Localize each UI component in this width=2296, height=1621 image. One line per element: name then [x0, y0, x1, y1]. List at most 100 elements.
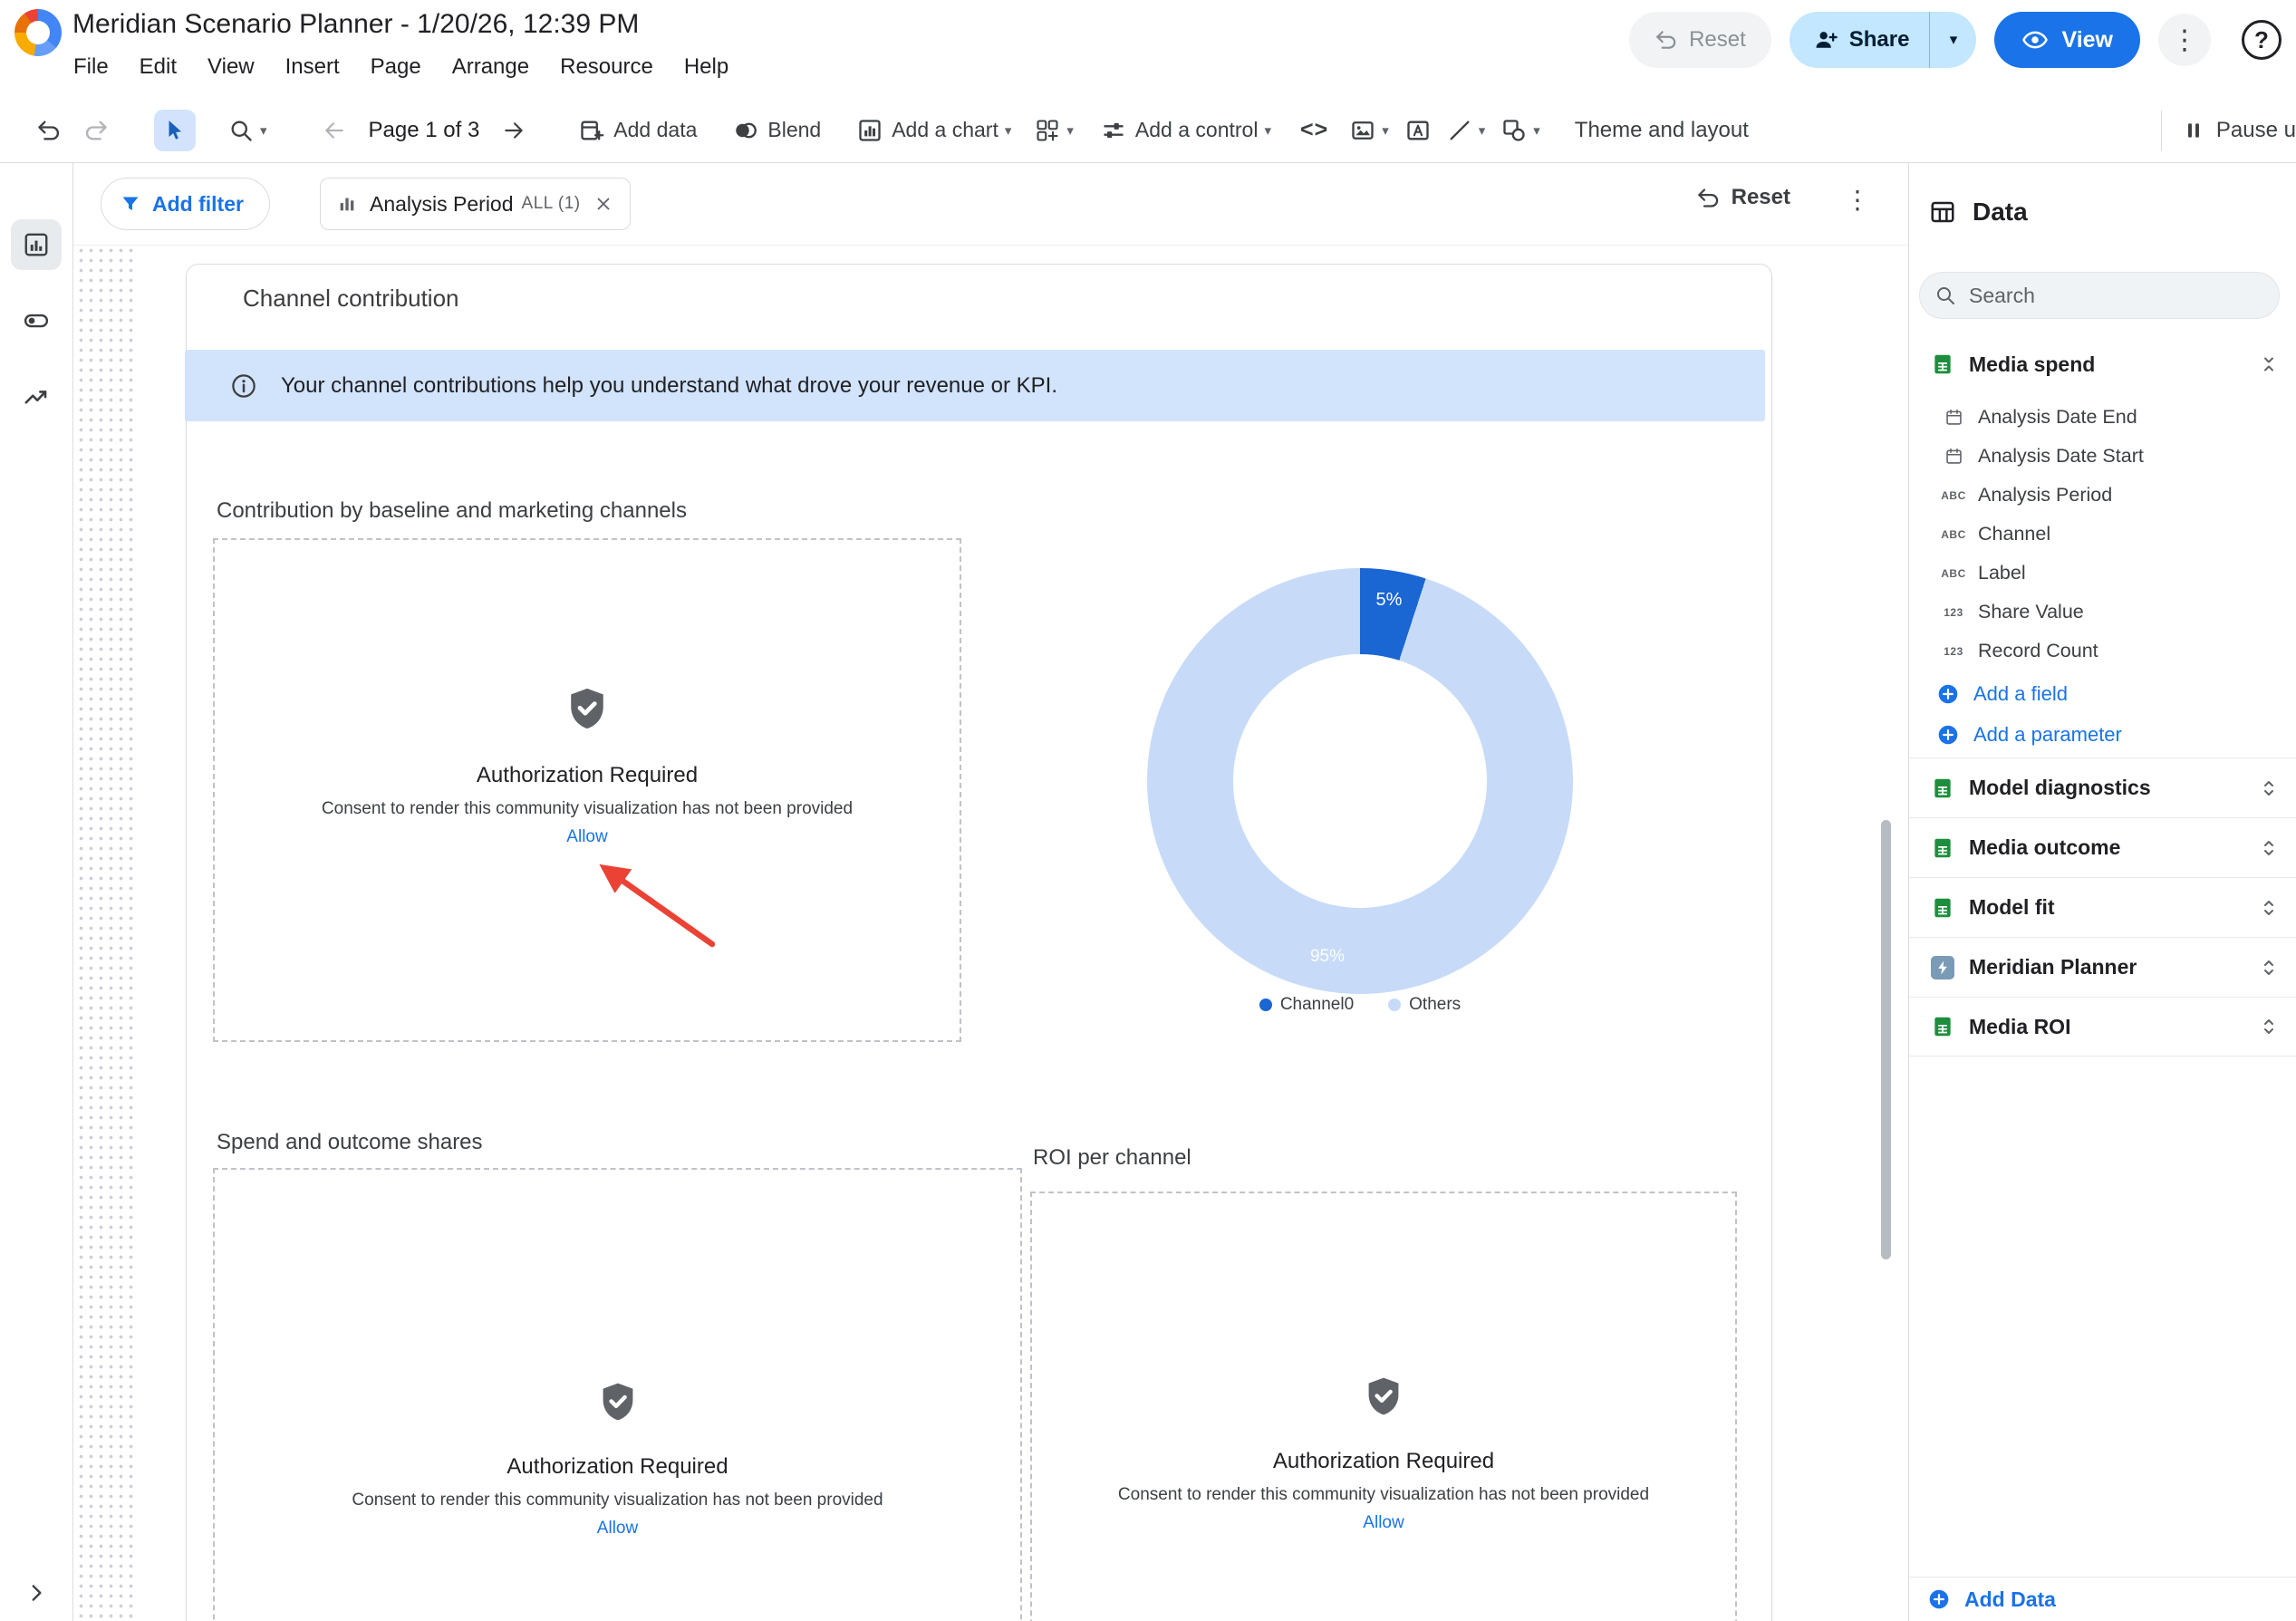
collapse-source-button[interactable]: [2258, 353, 2280, 375]
data-source-model-diagnostics[interactable]: Model diagnostics: [1909, 757, 2296, 817]
rail-report-pages-button[interactable]: [11, 219, 62, 270]
insert-text-button[interactable]: [1405, 118, 1431, 143]
page-indicator[interactable]: Page 1 of 3: [369, 118, 480, 143]
select-tool-button[interactable]: [154, 110, 196, 151]
menu-item-view[interactable]: View: [192, 51, 270, 83]
expand-source-button[interactable]: [2258, 957, 2280, 979]
menu-item-help[interactable]: Help: [669, 51, 744, 83]
unfold-more-icon: [2258, 837, 2280, 859]
field-channel[interactable]: ABC Channel: [1909, 515, 2296, 554]
zoom-tool-button[interactable]: ▾: [228, 118, 267, 143]
search-input[interactable]: [1967, 283, 2239, 309]
analysis-period-filter-chip[interactable]: Analysis Period ALL (1): [320, 178, 631, 230]
add-control-button[interactable]: Add a control ▾: [1101, 118, 1271, 143]
field-record-count[interactable]: 123 Record Count: [1909, 632, 2296, 671]
allow-link[interactable]: Allow: [597, 1519, 638, 1539]
add-data-button[interactable]: Add data: [579, 118, 697, 143]
pause-updates-button[interactable]: Pause u: [2182, 118, 2296, 143]
filter-bar-more-button[interactable]: ⋮: [1845, 185, 1870, 215]
menu-item-page[interactable]: Page: [355, 51, 437, 83]
theme-and-layout-button[interactable]: Theme and layout: [1575, 118, 1749, 143]
previous-page-button[interactable]: [314, 111, 354, 150]
mini-chart-icon: [337, 194, 357, 214]
legend-item-channel0[interactable]: Channel0: [1259, 995, 1354, 1015]
menu-item-arrange[interactable]: Arrange: [437, 51, 545, 83]
add-filter-button[interactable]: Add filter: [101, 178, 270, 230]
add-a-field-button[interactable]: Add a field: [1909, 673, 2296, 714]
auth-required-title: Authorization Required: [477, 763, 698, 788]
data-source-media-spend[interactable]: Media spend: [1909, 341, 2296, 388]
insert-shape-button[interactable]: ▾: [1501, 118, 1540, 143]
unfold-more-icon: [2258, 777, 2280, 799]
view-button[interactable]: View: [1994, 12, 2140, 68]
reset-button[interactable]: Reset: [1629, 12, 1771, 68]
data-source-media-roi[interactable]: Media ROI: [1909, 997, 2296, 1057]
data-source-list: Model diagnostics Media outcome Model fi…: [1909, 757, 2296, 1057]
document-title[interactable]: Meridian Scenario Planner - 1/20/26, 12:…: [72, 9, 639, 40]
community-viz-placeholder-roi[interactable]: Authorization Required Consent to render…: [1030, 1192, 1737, 1621]
header-actions: Reset Share ▾ View ⋮ ?: [1629, 11, 2282, 69]
filter-reset-button[interactable]: Reset: [1696, 185, 1790, 210]
vertical-scrollbar[interactable]: [1881, 820, 1891, 1259]
legend-item-others[interactable]: Others: [1388, 995, 1461, 1015]
auth-required-title: Authorization Required: [506, 1454, 728, 1480]
data-source-media-outcome[interactable]: Media outcome: [1909, 817, 2296, 877]
chevron-down-icon: ▾: [1066, 122, 1074, 139]
embed-url-button[interactable]: <>: [1300, 117, 1328, 143]
rail-controls-button[interactable]: [11, 295, 62, 346]
insert-image-button[interactable]: ▾: [1350, 118, 1389, 143]
menu-item-insert[interactable]: Insert: [270, 51, 355, 83]
info-banner[interactable]: Your channel contributions help you unde…: [185, 350, 1765, 421]
remove-filter-button[interactable]: [593, 194, 613, 214]
shield-check-icon: [596, 1380, 640, 1423]
reset-label: Reset: [1689, 27, 1746, 53]
looker-studio-logo-icon[interactable]: [14, 9, 62, 56]
share-button[interactable]: Share: [1790, 12, 1930, 68]
field-analysis-date-start[interactable]: Analysis Date Start: [1909, 437, 2296, 476]
undo-button[interactable]: [29, 111, 69, 150]
menu-item-resource[interactable]: Resource: [545, 51, 669, 83]
menu-item-edit[interactable]: Edit: [124, 51, 192, 83]
filter-reset-label: Reset: [1732, 185, 1790, 210]
field-label[interactable]: ABC Label: [1909, 554, 2296, 593]
expand-source-button[interactable]: [2258, 1016, 2280, 1037]
community-viz-placeholder-contribution[interactable]: Authorization Required Consent to render…: [213, 538, 961, 1042]
expand-source-button[interactable]: [2258, 837, 2280, 859]
expand-source-button[interactable]: [2258, 777, 2280, 799]
more-options-button[interactable]: ⋮: [2158, 14, 2211, 66]
redo-button[interactable]: [76, 111, 116, 150]
data-panel-title: Data: [1973, 198, 2028, 227]
data-source-meridian-planner[interactable]: Meridian Planner: [1909, 937, 2296, 997]
donut-chart[interactable]: 5% 95%: [1147, 568, 1573, 994]
insert-line-button[interactable]: ▾: [1447, 118, 1486, 143]
add-a-parameter-button[interactable]: Add a parameter: [1909, 714, 2296, 755]
community-visualizations-button[interactable]: ▾: [1035, 118, 1074, 143]
community-viz-placeholder-spend[interactable]: Authorization Required Consent to render…: [213, 1168, 1022, 1621]
report-page[interactable]: Channel contribution Your channel contri…: [186, 264, 1772, 1621]
menu-item-file[interactable]: File: [58, 51, 124, 83]
text-type-icon: ABC: [1936, 528, 1971, 541]
sheets-icon: [1931, 777, 1954, 800]
unfold-more-icon: [2258, 897, 2280, 919]
expand-rail-button[interactable]: [0, 1581, 72, 1605]
help-button[interactable]: ?: [2242, 20, 2282, 60]
blend-icon: [733, 118, 758, 143]
field-analysis-period[interactable]: ABC Analysis Period: [1909, 476, 2296, 515]
source-name: Media spend: [1969, 352, 2095, 377]
expand-source-button[interactable]: [2258, 897, 2280, 919]
field-analysis-date-end[interactable]: Analysis Date End: [1909, 398, 2296, 437]
chart-title-spend: Spend and outcome shares: [217, 1130, 483, 1155]
rail-insights-button[interactable]: [11, 371, 62, 422]
next-page-button[interactable]: [494, 111, 534, 150]
data-source-model-fit[interactable]: Model fit: [1909, 877, 2296, 937]
share-dropdown-button[interactable]: ▾: [1929, 12, 1976, 68]
field-search[interactable]: [1919, 272, 2280, 319]
field-share-value[interactable]: 123 Share Value: [1909, 593, 2296, 632]
allow-link[interactable]: Allow: [1363, 1513, 1404, 1533]
annotation-arrow: [593, 852, 728, 953]
add-data-button[interactable]: Add Data: [1909, 1577, 2296, 1621]
blend-button[interactable]: Blend: [733, 118, 821, 143]
filter-bar: Add filter Analysis Period ALL (1) Reset…: [73, 163, 1908, 246]
add-chart-button[interactable]: Add a chart ▾: [857, 118, 1011, 143]
allow-link[interactable]: Allow: [566, 827, 607, 847]
